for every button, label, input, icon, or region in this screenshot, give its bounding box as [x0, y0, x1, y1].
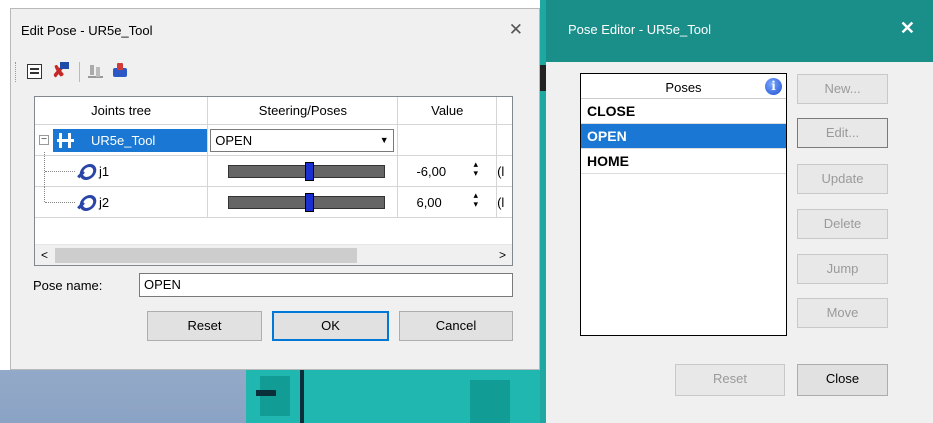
close-icon[interactable]: ✕ [900, 18, 915, 39]
toolbar-separator [79, 62, 80, 82]
poses-header-label: Poses [665, 80, 702, 95]
robot-icon [57, 133, 79, 148]
move-button[interactable]: Move [797, 298, 888, 328]
joint-label[interactable]: j1 [99, 164, 109, 179]
unit-label: (l [497, 164, 505, 179]
edit-pose-titlebar[interactable]: Edit Pose - UR5e_Tool ✕ [11, 9, 539, 53]
scroll-left-icon[interactable]: < [41, 248, 48, 262]
joint-value[interactable]: 6,00 [416, 195, 441, 210]
teach-button[interactable] [110, 61, 132, 83]
tree-cell: − UR5e_Tool [35, 125, 209, 155]
jump-button[interactable]: Jump [797, 254, 888, 284]
list-item[interactable]: OPEN [581, 124, 786, 149]
mechanism-button[interactable] [85, 61, 107, 83]
pose-name-field[interactable]: OPEN [139, 273, 513, 297]
joint-slider[interactable] [228, 162, 386, 181]
poses-header: Poses i [581, 74, 786, 99]
pose-editor-titlebar[interactable]: Pose Editor - UR5e_Tool ✕ [546, 0, 933, 62]
dialog-title: Pose Editor - UR5e_Tool [568, 22, 712, 37]
close-button[interactable]: Close [797, 364, 888, 396]
delete-button[interactable]: ✘ [49, 61, 71, 83]
slider-thumb[interactable] [305, 162, 315, 181]
pose-dropdown[interactable]: OPEN ▼ [210, 129, 395, 152]
steering-cell: OPEN ▼ [208, 125, 399, 155]
list-item[interactable]: HOME [581, 149, 786, 174]
properties-button[interactable] [24, 61, 46, 83]
scroll-right-icon[interactable]: > [499, 248, 506, 262]
tree-root-item[interactable]: UR5e_Tool [53, 129, 207, 152]
mechanism-icon [88, 65, 103, 78]
spinner-icon[interactable] [472, 159, 484, 180]
update-button[interactable]: Update [797, 164, 888, 194]
chevron-down-icon[interactable]: ▼ [375, 130, 393, 151]
grid-header: Joints tree Steering/Poses Value [35, 97, 512, 125]
header-joints-tree[interactable]: Joints tree [35, 97, 209, 124]
poses-list[interactable]: Poses i CLOSE OPEN HOME [580, 73, 787, 336]
ok-button[interactable]: OK [272, 311, 389, 341]
joint-value[interactable]: -6,00 [416, 164, 446, 179]
new-button[interactable]: New... [797, 74, 888, 104]
list-item[interactable]: CLOSE [581, 99, 786, 124]
properties-icon [27, 64, 42, 79]
table-row: − UR5e_Tool OPEN ▼ [35, 125, 512, 156]
toolbar: ✘ [15, 58, 135, 86]
header-value[interactable]: Value [398, 97, 498, 124]
joint-slider[interactable] [228, 193, 386, 212]
reset-button[interactable]: Reset [675, 364, 785, 396]
slider-thumb[interactable] [305, 193, 315, 212]
info-icon[interactable]: i [765, 78, 782, 95]
delete-x-icon: ✘ [52, 62, 70, 81]
header-steering-poses[interactable]: Steering/Poses [208, 97, 399, 124]
teach-pendant-icon [113, 63, 129, 80]
pose-editor-dialog: Pose Editor - UR5e_Tool ✕ Poses i CLOSE … [546, 0, 933, 423]
collapse-icon[interactable]: − [39, 135, 49, 145]
toolbar-grip [15, 62, 18, 82]
horizontal-scrollbar[interactable]: < > [35, 244, 512, 265]
edit-button[interactable]: Edit... [797, 118, 888, 148]
edit-pose-dialog: Edit Pose - UR5e_Tool ✕ ✘ Joints tree St… [10, 8, 540, 370]
tree-root-label: UR5e_Tool [91, 133, 156, 148]
viewport-background [0, 370, 545, 423]
reset-button[interactable]: Reset [147, 311, 262, 341]
close-icon[interactable]: ✕ [509, 20, 523, 40]
table-row: j2 6,00 (l [35, 186, 512, 218]
delete-button[interactable]: Delete [797, 209, 888, 239]
table-row: j1 -6,00 (l [35, 152, 512, 187]
pose-name-label: Pose name: [33, 278, 103, 293]
cancel-button[interactable]: Cancel [399, 311, 513, 341]
pose-dropdown-value: OPEN [215, 133, 253, 148]
spinner-icon[interactable] [472, 190, 484, 211]
unit-label: (l [497, 195, 505, 210]
scrollbar-thumb[interactable] [55, 248, 357, 263]
joint-icon [77, 193, 94, 210]
dialog-title: Edit Pose - UR5e_Tool [21, 23, 153, 38]
joint-label[interactable]: j2 [99, 195, 109, 210]
joint-icon [77, 162, 94, 179]
joints-grid: Joints tree Steering/Poses Value − UR5e_… [34, 96, 513, 266]
